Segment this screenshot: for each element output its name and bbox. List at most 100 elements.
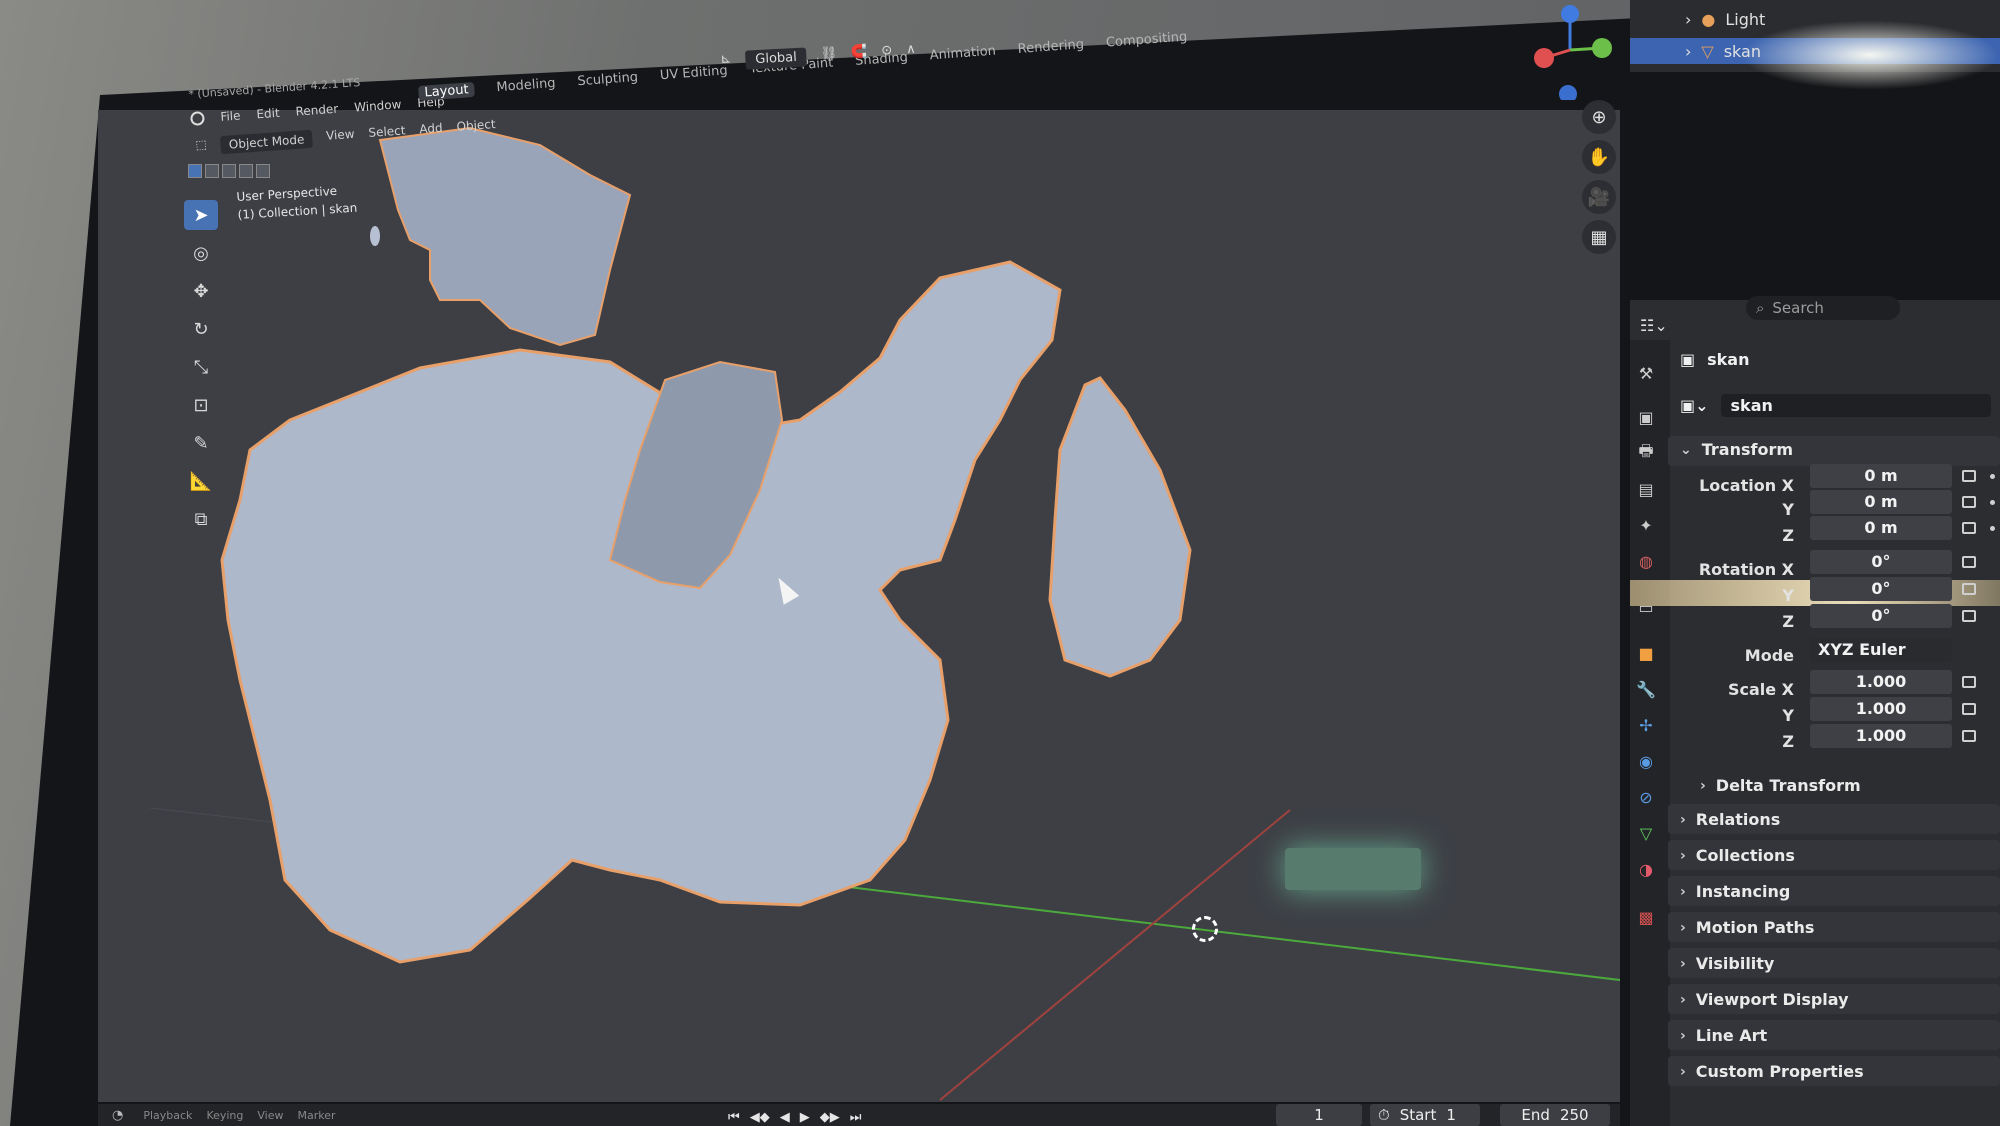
keyframe-dot-icon[interactable]: [1990, 500, 1995, 505]
location-y-field[interactable]: 0 m: [1810, 490, 1952, 514]
select-invert-icon[interactable]: [239, 164, 253, 178]
location-z-field[interactable]: 0 m: [1810, 516, 1952, 540]
particles-tab-icon[interactable]: ✢: [1632, 712, 1660, 738]
transform-panel-header[interactable]: ⌄ Transform: [1680, 440, 1793, 459]
object-tab-icon[interactable]: ■: [1632, 640, 1660, 666]
next-key-icon[interactable]: ◆▶: [820, 1110, 840, 1125]
scale-x-field[interactable]: 1.000: [1810, 670, 1952, 694]
select-extend-icon[interactable]: [205, 164, 219, 178]
editor-type-icon[interactable]: ⬚: [195, 137, 208, 156]
object-name-field[interactable]: skan: [1720, 394, 1991, 417]
jump-end-icon[interactable]: ⏭: [850, 1110, 862, 1125]
lock-icon[interactable]: [1962, 730, 1976, 742]
lock-icon[interactable]: [1962, 496, 1976, 508]
zoom-icon[interactable]: ⊕: [1582, 100, 1616, 134]
start-frame-field[interactable]: ⏱ Start 1: [1370, 1104, 1480, 1126]
object-data-icon[interactable]: ▣⌄: [1680, 396, 1709, 415]
timeline-playback-menu[interactable]: Playback: [143, 1109, 192, 1122]
material-tab-icon[interactable]: ◑: [1632, 856, 1660, 882]
delta-transform-header[interactable]: › Delta Transform: [1700, 776, 1861, 795]
timeline-keying-menu[interactable]: Keying: [206, 1109, 243, 1122]
select-subtract-icon[interactable]: [222, 164, 236, 178]
menu-window[interactable]: Window: [354, 97, 402, 118]
lock-icon[interactable]: [1962, 676, 1976, 688]
falloff-icon[interactable]: ∧: [906, 42, 916, 61]
play-icon[interactable]: ▶: [800, 1110, 810, 1125]
line-art-header[interactable]: › Line Art: [1680, 1026, 1767, 1045]
prev-key-icon[interactable]: ◀◆: [750, 1110, 770, 1125]
lock-icon[interactable]: [1962, 556, 1976, 568]
location-x-field[interactable]: 0 m: [1810, 464, 1952, 488]
cursor-tool-icon[interactable]: ◎: [184, 238, 218, 268]
keyframe-dot-icon[interactable]: [1990, 526, 1995, 531]
pan-hand-icon[interactable]: ✋: [1582, 140, 1616, 174]
select-tool-icon[interactable]: ➤: [184, 200, 218, 230]
scale-z-field[interactable]: 1.000: [1810, 724, 1952, 748]
select-intersect-icon[interactable]: [256, 164, 270, 178]
rotation-x-field[interactable]: 0°: [1810, 550, 1952, 574]
menu-view[interactable]: View: [326, 127, 356, 147]
blender-logo-icon[interactable]: [190, 111, 205, 126]
timeline-marker-menu[interactable]: Marker: [298, 1109, 336, 1122]
data-tab-icon[interactable]: ▽: [1632, 820, 1660, 846]
proportional-edit-icon[interactable]: ⊙: [881, 43, 893, 63]
menu-select[interactable]: Select: [368, 123, 406, 144]
move-tool-icon[interactable]: ✥: [184, 276, 218, 306]
add-cube-tool-icon[interactable]: ⧉: [184, 504, 218, 534]
visibility-header[interactable]: › Visibility: [1680, 954, 1774, 973]
lock-icon[interactable]: [1962, 703, 1976, 715]
physics-tab-icon[interactable]: ◉: [1632, 748, 1660, 774]
jump-start-icon[interactable]: ⏮: [728, 1110, 740, 1125]
timeline-editor-icon[interactable]: ◔: [112, 1108, 123, 1123]
view-layer-tab-icon[interactable]: ▤: [1632, 476, 1660, 502]
instancing-header[interactable]: › Instancing: [1680, 882, 1790, 901]
select-new-icon[interactable]: [188, 164, 202, 178]
menu-render[interactable]: Render: [295, 102, 339, 123]
viewport-display-header[interactable]: › Viewport Display: [1680, 990, 1849, 1009]
rotation-y-field[interactable]: 0°: [1810, 577, 1952, 601]
constraints-tab-icon[interactable]: ⊘: [1632, 784, 1660, 810]
properties-search-input[interactable]: ⌕ Search: [1746, 296, 1900, 320]
keyframe-dot-icon[interactable]: [1990, 474, 1995, 479]
scene-tab-icon[interactable]: ✦: [1632, 512, 1660, 538]
orientation-select[interactable]: Global: [744, 47, 808, 70]
rotation-mode-select[interactable]: XYZ Euler: [1810, 638, 1952, 662]
lock-icon[interactable]: [1962, 610, 1976, 622]
tool-tab-icon[interactable]: ⚒: [1632, 360, 1660, 386]
menu-edit[interactable]: Edit: [256, 106, 280, 126]
scale-y-field[interactable]: 1.000: [1810, 697, 1952, 721]
collections-header[interactable]: › Collections: [1680, 846, 1795, 865]
properties-editor-type-icon[interactable]: ☷⌄: [1640, 316, 1668, 335]
lock-icon[interactable]: [1962, 522, 1976, 534]
render-tab-icon[interactable]: ▣: [1632, 404, 1660, 430]
menu-object[interactable]: Object: [456, 117, 496, 138]
custom-properties-header[interactable]: › Custom Properties: [1680, 1062, 1864, 1081]
play-reverse-icon[interactable]: ◀: [780, 1110, 790, 1125]
texture-tab-icon[interactable]: ▩: [1632, 904, 1660, 930]
camera-view-icon[interactable]: 🎥: [1582, 180, 1616, 214]
3d-cursor-icon[interactable]: [1192, 916, 1218, 942]
menu-add[interactable]: Add: [419, 121, 443, 141]
end-frame-field[interactable]: End 250: [1500, 1104, 1610, 1126]
timeline-view-menu[interactable]: View: [257, 1109, 283, 1122]
measure-tool-icon[interactable]: 📐: [184, 466, 218, 496]
stopwatch-icon[interactable]: ⏱: [1378, 1106, 1390, 1124]
relations-header[interactable]: › Relations: [1680, 810, 1780, 829]
transform-tool-icon[interactable]: ⊡: [184, 390, 218, 420]
snap-icon[interactable]: 🧲: [851, 44, 868, 64]
rotation-z-field[interactable]: 0°: [1810, 604, 1952, 628]
expand-chevron-icon[interactable]: ›: [1685, 42, 1691, 61]
3d-viewport[interactable]: [98, 110, 1620, 1102]
modifier-tab-icon[interactable]: 🔧: [1632, 676, 1660, 702]
lock-icon[interactable]: [1962, 470, 1976, 482]
scale-tool-icon[interactable]: ⤡: [184, 352, 218, 382]
annotate-tool-icon[interactable]: ✎: [184, 428, 218, 458]
ortho-grid-icon[interactable]: ▦: [1582, 220, 1616, 254]
navigation-gizmo[interactable]: [1520, 0, 1620, 100]
expand-chevron-icon[interactable]: ›: [1685, 10, 1691, 29]
world-tab-icon[interactable]: ◍: [1632, 548, 1660, 574]
current-frame-field[interactable]: 1: [1276, 1104, 1362, 1126]
menu-file[interactable]: File: [220, 109, 241, 128]
rotate-tool-icon[interactable]: ↻: [184, 314, 218, 344]
pivot-icon[interactable]: ⛓: [820, 46, 837, 66]
